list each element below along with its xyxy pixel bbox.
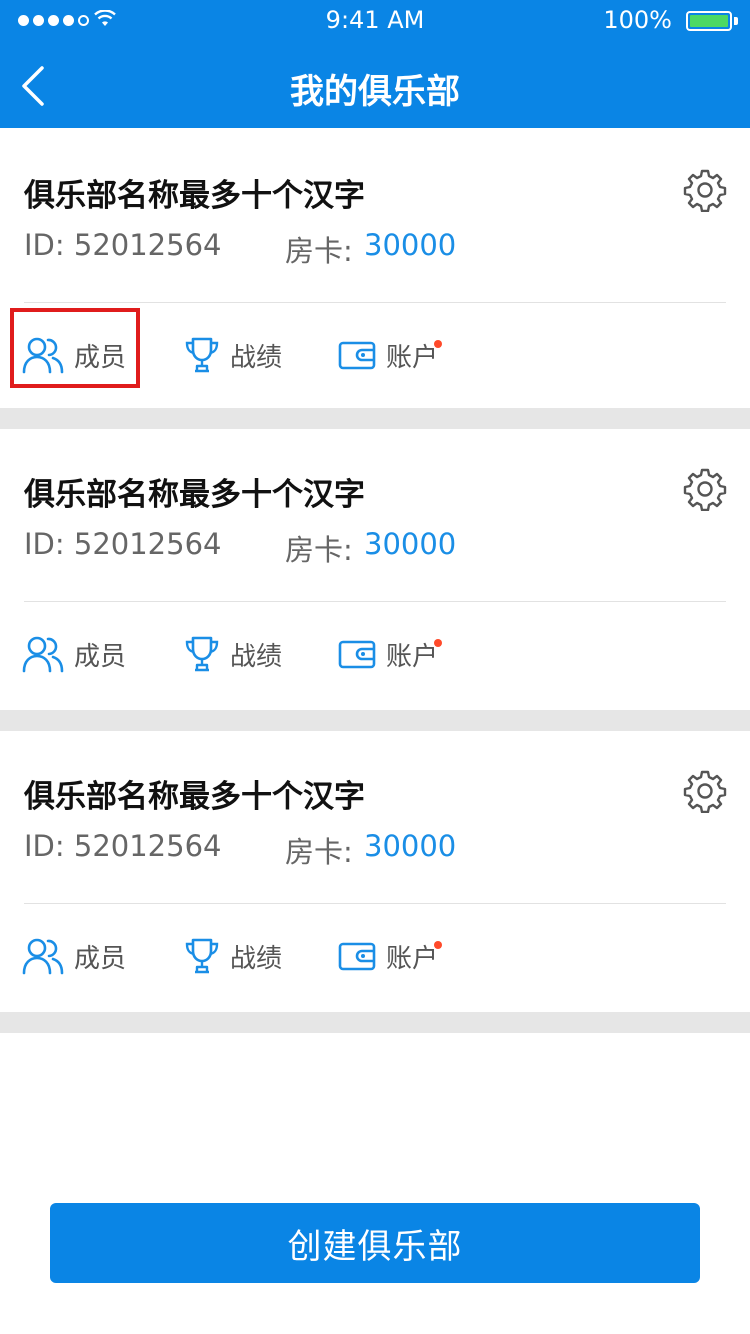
members-label: 成员 bbox=[74, 943, 127, 974]
records-label: 战绩 bbox=[230, 342, 283, 373]
account-label: 账户 bbox=[386, 641, 439, 672]
records-button[interactable]: 战绩 bbox=[184, 632, 282, 676]
club-name: 俱乐部名称最多十个汉字 bbox=[24, 477, 365, 513]
club-id: ID: 52012564 bbox=[24, 228, 222, 262]
status-bar: 9:41 AM 100% bbox=[0, 0, 750, 44]
wallet-icon bbox=[338, 341, 376, 370]
room-card-label: 房卡: bbox=[285, 533, 353, 567]
create-club-button[interactable]: 创建俱乐部 bbox=[50, 1203, 700, 1283]
account-label: 账户 bbox=[386, 943, 439, 974]
wallet-icon bbox=[338, 640, 376, 669]
account-button[interactable]: 账户 bbox=[338, 632, 438, 676]
members-icon bbox=[22, 636, 64, 673]
club-id: ID: 52012564 bbox=[24, 527, 222, 561]
trophy-icon bbox=[185, 337, 219, 373]
page-title: 我的俱乐部 bbox=[290, 72, 460, 112]
notification-dot bbox=[434, 941, 442, 949]
battery-icon bbox=[686, 11, 732, 31]
records-label: 战绩 bbox=[230, 641, 283, 672]
wallet-icon bbox=[338, 942, 376, 971]
divider bbox=[24, 302, 726, 303]
gear-icon[interactable] bbox=[683, 769, 727, 813]
room-card-value: 30000 bbox=[364, 527, 457, 561]
battery-tip bbox=[734, 17, 738, 25]
account-button[interactable]: 账户 bbox=[338, 333, 438, 377]
divider bbox=[24, 601, 726, 602]
notification-dot bbox=[434, 340, 442, 348]
records-label: 战绩 bbox=[230, 943, 283, 974]
app-header: 9:41 AM 100% 我的俱乐部 bbox=[0, 0, 750, 128]
room-card-value: 30000 bbox=[364, 228, 457, 262]
trophy-icon bbox=[185, 938, 219, 974]
highlight-box bbox=[10, 308, 140, 388]
room-card-label: 房卡: bbox=[285, 835, 353, 869]
members-button[interactable]: 成员 bbox=[22, 632, 126, 676]
club-card: 俱乐部名称最多十个汉字 ID: 52012564 房卡: 30000 成员 战绩 bbox=[0, 429, 750, 709]
gear-icon[interactable] bbox=[683, 467, 727, 511]
room-card-label: 房卡: bbox=[285, 234, 353, 268]
gear-icon[interactable] bbox=[683, 168, 727, 212]
card-separator bbox=[0, 1012, 750, 1033]
members-button[interactable]: 成员 bbox=[22, 934, 126, 978]
card-separator bbox=[0, 408, 750, 429]
nav-bar: 我的俱乐部 bbox=[0, 44, 750, 128]
room-card-value: 30000 bbox=[364, 829, 457, 863]
battery-percent: 100% bbox=[603, 6, 672, 34]
records-button[interactable]: 战绩 bbox=[184, 934, 282, 978]
members-icon bbox=[22, 938, 64, 975]
records-button[interactable]: 战绩 bbox=[184, 333, 282, 377]
trophy-icon bbox=[185, 636, 219, 672]
club-card: 俱乐部名称最多十个汉字 ID: 52012564 房卡: 30000 成员 战绩 bbox=[0, 128, 750, 408]
club-name: 俱乐部名称最多十个汉字 bbox=[24, 178, 365, 214]
members-label: 成员 bbox=[74, 641, 127, 672]
notification-dot bbox=[434, 639, 442, 647]
divider bbox=[24, 903, 726, 904]
account-label: 账户 bbox=[386, 342, 439, 373]
account-button[interactable]: 账户 bbox=[338, 934, 438, 978]
club-id: ID: 52012564 bbox=[24, 829, 222, 863]
card-separator bbox=[0, 710, 750, 731]
club-card: 俱乐部名称最多十个汉字 ID: 52012564 房卡: 30000 成员 战绩 bbox=[0, 731, 750, 1011]
club-name: 俱乐部名称最多十个汉字 bbox=[24, 779, 365, 815]
